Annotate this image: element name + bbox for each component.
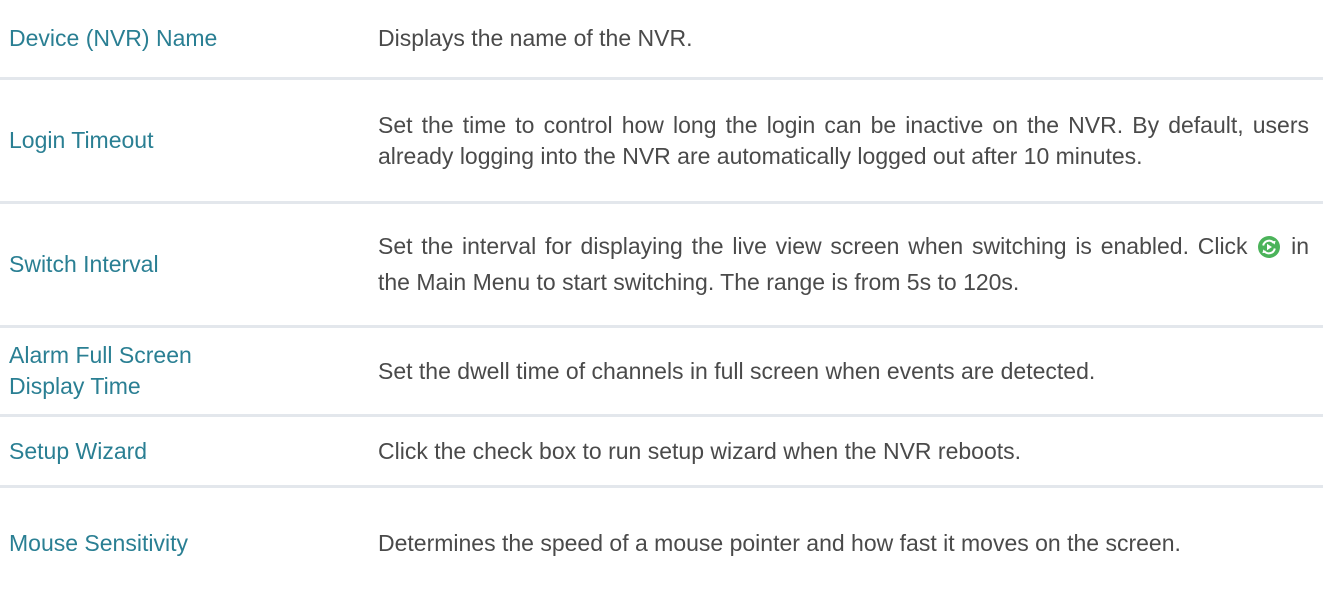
term-switch-interval: Switch Interval — [9, 251, 159, 277]
row-login-timeout: Login Timeout Set the time to control ho… — [0, 80, 1323, 204]
term-mouse-sensitivity: Mouse Sensitivity — [9, 530, 188, 556]
desc-switch-interval: Set the interval for displaying the live… — [378, 231, 1323, 298]
term-login-timeout: Login Timeout — [9, 127, 154, 153]
row-switch-interval: Switch Interval Set the interval for dis… — [0, 204, 1323, 328]
switching-icon — [1257, 235, 1281, 267]
term-alarm-line1: Alarm Full Screen — [9, 342, 192, 368]
desc-switch-interval-part1: Set the interval for displaying the live… — [378, 233, 1248, 259]
row-alarm-full-screen-display-time: Alarm Full Screen Display Time Set the d… — [0, 328, 1323, 417]
settings-definition-table: Device (NVR) Name Displays the name of t… — [0, 0, 1323, 599]
row-setup-wizard: Setup Wizard Click the check box to run … — [0, 417, 1323, 488]
term-device-nvr-name: Device (NVR) Name — [9, 25, 218, 51]
desc-device-nvr-name: Displays the name of the NVR. — [378, 25, 693, 51]
desc-login-timeout: Set the time to control how long the log… — [378, 111, 1309, 169]
desc-setup-wizard: Click the check box to run setup wizard … — [378, 437, 1022, 464]
term-alarm-full-screen-display-time: Alarm Full Screen Display Time — [0, 340, 378, 402]
row-mouse-sensitivity: Mouse Sensitivity Determines the speed o… — [0, 488, 1323, 599]
desc-mouse-sensitivity: Determines the speed of a mouse pointer … — [378, 530, 1181, 556]
term-setup-wizard: Setup Wizard — [9, 437, 148, 464]
desc-alarm-full-screen-display-time: Set the dwell time of channels in full s… — [378, 357, 1096, 384]
row-device-nvr-name: Device (NVR) Name Displays the name of t… — [0, 0, 1323, 80]
term-alarm-line2: Display Time — [9, 373, 141, 399]
